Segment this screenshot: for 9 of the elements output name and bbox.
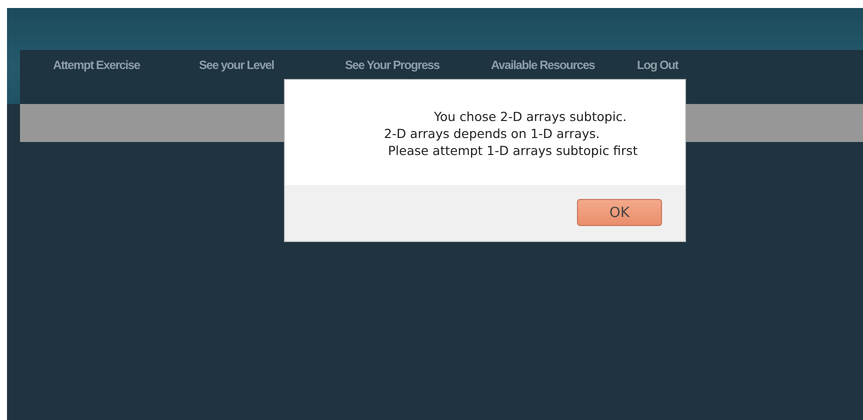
message-line: You chose 2-D arrays subtopic. xyxy=(434,108,628,125)
nav-link[interactable]: Available Resources xyxy=(491,50,637,72)
nav-link[interactable]: See your Level xyxy=(199,50,345,72)
message-line: Please attempt 1-D arrays subtopic first xyxy=(388,142,639,159)
ok-button[interactable]: OK xyxy=(577,199,662,226)
nav-link[interactable]: Log Out xyxy=(637,50,717,72)
nav-link[interactable]: Attempt Exercise xyxy=(53,50,199,72)
message-line: 2-D arrays depends on 1-D arrays. xyxy=(384,125,601,142)
nav-link[interactable]: See Your Progress xyxy=(345,50,491,72)
